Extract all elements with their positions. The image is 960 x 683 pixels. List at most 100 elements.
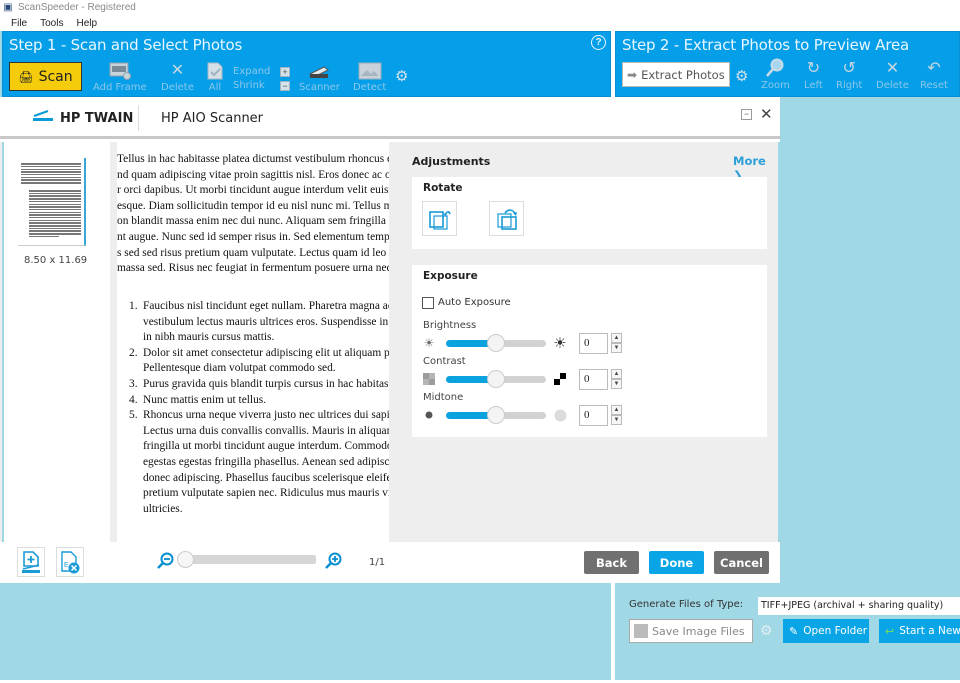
rotate-left-button[interactable]: ↻ Left [804, 58, 823, 91]
select-all-icon [206, 60, 224, 80]
menu-tools[interactable]: Tools [40, 18, 63, 29]
paragraph-line: nt augue. Nunc sed id semper risus in. S… [117, 230, 389, 243]
zoom-slider-handle[interactable] [177, 551, 194, 568]
detect-button[interactable]: Detect [353, 60, 386, 93]
list-item: 1. Faucibus nisl tincidunt eget nullam. P… [129, 299, 389, 346]
paragraph-line: esque. Diam sollicitudin tempor id eu ni… [117, 199, 389, 212]
rotate-cw-icon [496, 208, 517, 230]
brightness-slider[interactable] [446, 334, 546, 352]
close-button[interactable]: ✕ [760, 105, 773, 123]
list-item: 5. Rhoncus urna neque viverra justo nec u… [129, 408, 389, 517]
shrink-label[interactable]: Shrink [233, 79, 270, 93]
contrast-slider-handle[interactable] [487, 370, 505, 388]
thumbnail-text-line [21, 176, 81, 179]
list-line: pretium vulputate sapien nec. Ridiculus … [143, 487, 389, 500]
folder-pen-icon: ✎ [789, 624, 799, 638]
left-label: Left [804, 80, 823, 91]
shrink-minus-button[interactable]: − [280, 81, 290, 91]
zoom-button[interactable]: Zoom [761, 58, 790, 91]
scan-button[interactable]: 🖨 Scan [9, 62, 82, 91]
rotate-clockwise-button[interactable] [489, 201, 524, 236]
adjustments-panel: Adjustments More ❯ Rotate Exposure Auto … [392, 142, 780, 542]
document-preview[interactable]: Tellus in hac habitasse platea dictumst … [117, 142, 389, 542]
step1-settings-gear-icon[interactable]: ⚙ [395, 67, 408, 85]
step2-settings-gear-icon[interactable]: ⚙ [735, 67, 748, 85]
brightness-slider-handle[interactable] [487, 334, 505, 352]
spin-down-icon[interactable]: ▼ [611, 379, 622, 389]
spin-down-icon[interactable]: ▼ [611, 415, 622, 425]
list-line: Dolor sit amet consectetur adipiscing el… [143, 346, 389, 359]
spin-up-icon[interactable]: ▲ [611, 369, 622, 379]
open-folder-button[interactable]: ✎ Open Folder [783, 619, 869, 643]
thumbnail-text-line [29, 233, 81, 235]
delete-page-button[interactable]: E [56, 547, 84, 577]
reset-button[interactable]: ↶ Reset [920, 58, 948, 91]
save-disk-icon [634, 624, 648, 638]
adjustments-title: Adjustments [412, 155, 491, 168]
delete-x-icon: ✕ [885, 60, 900, 77]
step2-delete-button[interactable]: ✕ Delete [876, 58, 909, 91]
expand-plus-button[interactable]: + [280, 67, 290, 77]
add-page-button[interactable] [17, 547, 45, 577]
save-image-files-button[interactable]: Save Image Files [629, 619, 753, 643]
extract-photos-button[interactable]: ➡ Extract Photos [622, 62, 730, 87]
auto-exposure-checkbox[interactable] [422, 297, 434, 309]
spin-up-icon[interactable]: ▲ [611, 333, 622, 343]
zoom-out-icon[interactable] [156, 552, 174, 574]
contrast-input[interactable]: 0 [579, 369, 608, 390]
brightness-high-icon: ☀ [553, 335, 567, 352]
midtone-light-dot-icon [553, 408, 567, 422]
midtone-slider-handle[interactable] [487, 406, 505, 424]
right-label: Right [836, 80, 863, 91]
list-line: vestibulum lectus mauris ultrices eros. … [143, 315, 389, 328]
cancel-button[interactable]: Cancel [714, 551, 769, 574]
flatbed-scanner-icon [32, 110, 54, 126]
contrast-spinner[interactable]: ▲ ▼ [611, 369, 622, 390]
menu-help[interactable]: Help [76, 18, 97, 29]
rotate-counterclockwise-button[interactable] [422, 201, 457, 236]
midtone-input[interactable]: 0 [579, 405, 608, 426]
brightness-spinner[interactable]: ▲ ▼ [611, 333, 622, 354]
back-button[interactable]: Back [584, 551, 639, 574]
list-number: 5. [129, 409, 138, 422]
help-icon[interactable]: ? [591, 35, 606, 50]
midtone-slider[interactable] [446, 406, 546, 424]
save-settings-gear-icon[interactable]: ⚙ [760, 622, 773, 639]
zoom-in-icon[interactable] [324, 552, 342, 574]
generate-files-label: Generate Files of Type: [629, 599, 744, 610]
thumbnail-text-line [29, 214, 81, 216]
rotate-right-button[interactable]: ↺ Right [836, 58, 862, 91]
scanner-button[interactable]: Scanner [299, 60, 340, 93]
midtone-dark-dot-icon [422, 408, 436, 422]
done-button[interactable]: Done [649, 551, 704, 574]
file-type-select[interactable]: TIFF+JPEG (archival + sharing quality) [758, 597, 960, 615]
brightness-input[interactable]: 0 [579, 333, 608, 354]
spin-down-icon[interactable]: ▼ [611, 343, 622, 353]
contrast-slider[interactable] [446, 370, 546, 388]
spin-up-icon[interactable]: ▲ [611, 405, 622, 415]
select-all-button[interactable]: All [206, 60, 224, 93]
expand-label[interactable]: Expand [233, 65, 270, 79]
thumbnail-text-line [21, 187, 81, 189]
zoom-slider[interactable] [182, 555, 316, 564]
delete-button[interactable]: ✕ Delete [161, 60, 194, 93]
contrast-high-icon [553, 372, 567, 386]
start-new-scan-button[interactable]: ↩ Start a New Scan [879, 619, 960, 643]
preview-paragraph: Tellus in hac habitasse platea dictumst … [117, 152, 389, 277]
list-line: Faucibus nisl tincidunt eget nullam. Pha… [143, 300, 389, 312]
app-window: ▣ ScanSpeeder - Registered File Tools He… [0, 0, 960, 683]
thumbnail-text-line [21, 182, 81, 184]
list-number: 4. [129, 393, 138, 406]
title-bar: ▣ ScanSpeeder - Registered [0, 0, 960, 15]
page-thumbnail[interactable] [18, 158, 86, 246]
minimize-button[interactable]: − [741, 109, 752, 120]
menu-file[interactable]: File [11, 18, 27, 29]
list-line: fringilla ut morbi tincidunt augue inter… [143, 440, 389, 453]
list-line: egestas egestas fringilla phasellus. Aen… [143, 455, 389, 468]
midtone-spinner[interactable]: ▲ ▼ [611, 405, 622, 426]
thumbnail-panel: 8.50 x 11.69 [2, 142, 110, 542]
list-number: 2. [129, 346, 138, 359]
add-frame-button[interactable]: Add Frame [93, 60, 147, 93]
save-label: Save Image Files [652, 624, 745, 638]
add-frame-icon [109, 60, 131, 80]
